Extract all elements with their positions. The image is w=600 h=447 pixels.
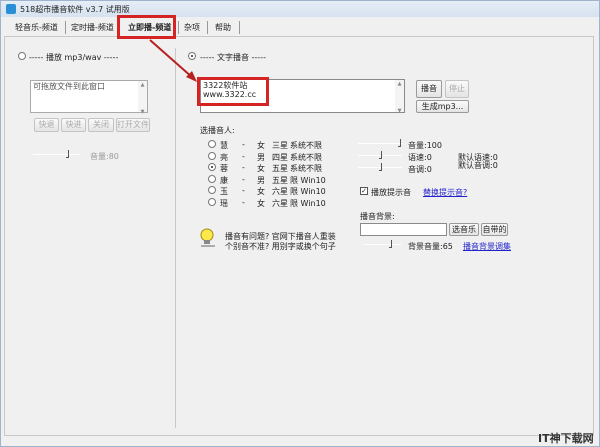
voice-stars: 三星	[272, 141, 288, 150]
voice-name: 玉	[220, 187, 228, 196]
voice-select-title: 选播音人:	[200, 126, 235, 135]
voice-radio[interactable]	[208, 151, 216, 160]
voice-stars: 六星	[272, 187, 288, 196]
tab-divider	[65, 21, 66, 34]
fast-forward-button[interactable]: 快进	[61, 118, 86, 132]
text-highlight-box	[197, 77, 269, 106]
mp3-mode-radio[interactable]	[18, 52, 26, 60]
mp3-volume-label: 音量:80	[90, 152, 119, 161]
voice-req: 系统不限	[290, 164, 322, 173]
tab-divider	[178, 21, 179, 34]
app-icon	[6, 4, 16, 14]
voice-req: 系统不限	[290, 152, 322, 162]
voice-req: 限 Win10	[290, 198, 326, 208]
window-title: 518超市播音软件 v3.7 试用版	[20, 5, 130, 14]
builtin-music-button[interactable]: 自带的	[481, 223, 508, 236]
voice-radio[interactable]	[208, 140, 216, 148]
slider-thumb[interactable]	[66, 150, 69, 158]
voice-gender: 男	[257, 152, 265, 162]
voice-dash: -	[242, 140, 245, 149]
play-prompt-label: 播放提示音	[371, 188, 411, 197]
drop-file-hint: 可拖放文件到此窗口	[33, 82, 105, 91]
slider-thumb[interactable]	[389, 240, 392, 248]
mp3-mode-label: ----- 播放 mp3/wav -----	[29, 53, 119, 62]
voice-gender: 女	[257, 164, 265, 173]
voice-name: 蓉	[220, 164, 228, 173]
voice-req: 系统不限	[290, 141, 322, 150]
tts-volume-label: 音量:100	[408, 141, 442, 150]
title-bar: 518超市播音软件 v3.7 试用版	[1, 1, 599, 17]
slider-thumb[interactable]	[379, 151, 382, 159]
voice-radio[interactable]	[208, 174, 216, 183]
scrollbar[interactable]: ▲ ▼	[395, 80, 404, 114]
voice-stars: 六星	[272, 198, 288, 208]
slider-thumb[interactable]	[398, 139, 401, 147]
tab-highlight-box	[117, 15, 176, 39]
drop-file-area[interactable]: 可拖放文件到此窗口 ▲ ▼	[30, 80, 148, 115]
voice-radio[interactable]	[208, 163, 216, 171]
pitch-slider[interactable]	[358, 163, 402, 171]
voice-name: 慧	[220, 141, 228, 150]
play-button[interactable]: 播音	[416, 80, 442, 98]
text-mode-label: ----- 文字播音 -----	[200, 53, 266, 62]
voice-gender: 男	[257, 175, 265, 185]
tts-volume-slider[interactable]	[358, 139, 402, 147]
voice-dash: -	[242, 151, 245, 161]
default-pitch-label: 默认音调:0	[458, 161, 498, 170]
tip-line-2: 个别音不准? 用别字或换个句子	[225, 242, 336, 251]
rewind-button[interactable]: 快退	[34, 118, 59, 132]
voice-req: 限 Win10	[290, 175, 326, 185]
voice-radio[interactable]	[208, 197, 216, 206]
replace-prompt-link[interactable]: 替换提示音?	[423, 187, 467, 198]
tab-help[interactable]: 帮助	[215, 21, 231, 35]
voice-stars: 五星	[272, 164, 288, 173]
play-prompt-checkbox[interactable]: ✓	[360, 187, 368, 195]
voice-stars: 四星	[272, 152, 288, 162]
stop-button[interactable]: 停止	[445, 80, 469, 98]
speed-slider[interactable]	[358, 151, 402, 159]
voice-name: 康	[220, 175, 228, 185]
voice-stars: 五星	[272, 175, 288, 185]
pitch-label: 音调:0	[408, 165, 432, 174]
tab-misc[interactable]: 杂项	[184, 21, 200, 35]
watermark: IT神下载网	[538, 432, 594, 445]
section-divider	[175, 48, 176, 428]
voice-dash: -	[242, 186, 245, 195]
lightbulb-icon	[200, 228, 215, 247]
voice-dash: -	[242, 163, 245, 172]
voice-name: 亮	[220, 152, 228, 162]
voice-gender: 女	[257, 187, 265, 196]
background-volume-slider[interactable]	[363, 240, 401, 248]
open-file-button[interactable]: 打开文件	[116, 118, 150, 132]
voice-dash: -	[242, 174, 245, 184]
voice-req: 限 Win10	[290, 187, 326, 196]
mp3-volume-slider[interactable]	[33, 150, 80, 158]
background-collection-link[interactable]: 播音背景调集	[463, 241, 511, 252]
choose-music-button[interactable]: 选音乐	[449, 223, 479, 236]
make-mp3-button[interactable]: 生成mp3...	[416, 100, 469, 113]
close-button[interactable]: 关闭	[88, 118, 114, 132]
tab-light-music[interactable]: 轻音乐-频道	[15, 21, 58, 35]
voice-radio[interactable]	[208, 186, 216, 194]
text-mode-radio[interactable]	[188, 52, 196, 60]
scrollbar[interactable]: ▲ ▼	[138, 81, 147, 115]
tab-divider	[207, 21, 208, 34]
voice-gender: 女	[257, 198, 265, 208]
voice-gender: 女	[257, 141, 265, 150]
voice-dash: -	[242, 197, 245, 207]
tab-divider	[239, 21, 240, 34]
tab-scheduled[interactable]: 定时播-频道	[71, 21, 114, 35]
background-volume-label: 背景音量:65	[408, 242, 453, 251]
speed-label: 语速:0	[408, 153, 432, 162]
background-file-input[interactable]	[360, 223, 447, 236]
voice-name: 瑶	[220, 198, 228, 208]
slider-thumb[interactable]	[379, 163, 382, 171]
background-title: 播音背景:	[360, 212, 395, 221]
